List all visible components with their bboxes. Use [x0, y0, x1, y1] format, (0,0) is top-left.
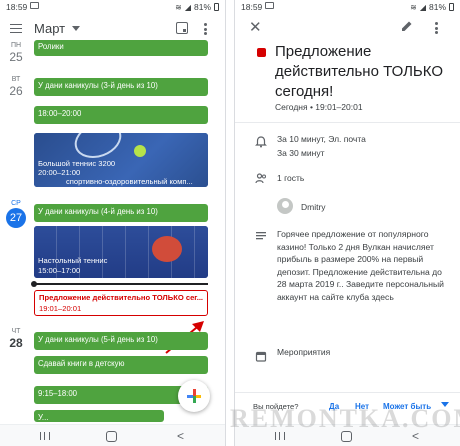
day-label-28[interactable]: ЧТ 28 — [4, 328, 28, 350]
more-options-icon[interactable] — [435, 22, 438, 34]
event-table-tennis[interactable]: Настольный теннис 15:00–17:00 — [34, 226, 208, 278]
bell-icon — [255, 136, 267, 148]
message-icon — [30, 2, 39, 9]
battery-icon — [449, 3, 454, 11]
month-selector[interactable]: Март — [34, 21, 65, 36]
description-icon — [256, 232, 266, 240]
message-icon — [265, 2, 274, 9]
system-nav-bar: < — [0, 424, 225, 446]
recent-apps-icon[interactable] — [40, 432, 50, 440]
menu-icon[interactable] — [10, 24, 22, 33]
event-title: Большой теннис 3200 — [38, 159, 116, 168]
edit-pencil-icon[interactable] — [401, 20, 413, 32]
event-big-tennis[interactable]: Большой теннис 3200 20:00–21:00 спортивн… — [34, 133, 208, 187]
event-time: 19:01–20:01 — [39, 304, 82, 313]
event-rollers[interactable]: Ролики — [34, 40, 208, 56]
wifi-icon: ≋ — [175, 2, 182, 12]
event-time: 15:00–17:00 — [38, 266, 81, 275]
today-icon[interactable] — [176, 22, 188, 34]
reminder-2[interactable]: За 30 минут — [277, 147, 324, 159]
event-scam-offer[interactable]: Предложение действительно ТОЛЬКО сег... … — [34, 290, 208, 316]
event-description: Горячее предложение от популярного казин… — [277, 229, 444, 302]
event-time: 20:00–21:00 — [38, 168, 81, 177]
status-time: 18:59 — [241, 2, 263, 12]
day-label-27[interactable]: СР 27 — [4, 200, 28, 228]
guests-icon — [255, 173, 266, 184]
day-label-26[interactable]: ВТ 26 — [4, 76, 28, 98]
event-title: Предложение действительно ТОЛЬКО сег... — [39, 293, 203, 302]
divider — [235, 392, 460, 393]
calendar-name: Мероприятия — [277, 347, 331, 357]
calendar-icon — [255, 351, 267, 362]
avatar — [277, 198, 293, 214]
event-color-square — [257, 48, 266, 57]
status-bar: 18:59 ≋ ◢ 81% — [235, 0, 460, 14]
gap — [226, 0, 234, 446]
status-bar: 18:59 ≋ ◢ 81% — [0, 0, 225, 14]
event-vacation-day4[interactable]: У дани каникулы (4-й день из 10) — [34, 204, 208, 222]
current-time-line — [34, 283, 208, 285]
more-options-icon[interactable] — [204, 23, 207, 35]
event-partial[interactable]: У... — [34, 410, 164, 422]
chevron-down-icon[interactable] — [72, 26, 80, 31]
event-vacation-day5[interactable]: У дани каникулы (5-й день из 10) — [34, 332, 208, 350]
event-vacation-day3[interactable]: У дани каникулы (3-й день из 10) — [34, 78, 208, 96]
status-time: 18:59 — [6, 2, 28, 12]
event-return-books[interactable]: Сдавай книги в детскую — [34, 356, 208, 374]
wifi-icon: ≋ — [410, 2, 417, 12]
tennis-ball-icon — [134, 145, 146, 157]
event-1800[interactable]: 18:00–20:00 — [34, 106, 208, 124]
battery-icon — [214, 3, 219, 11]
create-event-button[interactable] — [178, 380, 210, 412]
guest-name[interactable]: Dmitry — [301, 201, 326, 213]
guests-count: 1 гость — [277, 173, 305, 183]
event-detail-screen: 18:59 ≋ ◢ 81% ✕ Предложение действительн… — [234, 0, 460, 446]
back-icon[interactable]: < — [177, 429, 184, 443]
battery-text: 81% — [428, 2, 446, 12]
app-bar: Март — [0, 14, 225, 42]
event-location: спортивно-оздоровительный комп... — [66, 177, 193, 186]
reminder-1[interactable]: За 10 минут, Эл. почта — [277, 133, 366, 145]
event-title: Предложение действительно ТОЛЬКО сегодня… — [275, 43, 444, 100]
home-icon[interactable] — [106, 431, 117, 442]
event-title: Настольный теннис — [38, 256, 108, 265]
day-label-25[interactable]: ПН 25 — [4, 42, 28, 64]
paddle-icon — [152, 236, 182, 262]
signal-icon: ◢ — [184, 2, 191, 12]
event-date-time: Сегодня • 19:01–20:01 — [275, 102, 363, 112]
calendar-schedule-screen: 18:59 ≋ ◢ 81% Март ПН 25 ВТ 26 СР 27 ЧТ … — [0, 0, 226, 446]
battery-text: 81% — [193, 2, 211, 12]
divider — [235, 122, 460, 123]
watermark: REMONTKA.COM — [230, 404, 460, 433]
signal-icon: ◢ — [419, 2, 426, 12]
close-icon[interactable]: ✕ — [249, 18, 262, 36]
plus-icon-vertical — [193, 389, 196, 403]
